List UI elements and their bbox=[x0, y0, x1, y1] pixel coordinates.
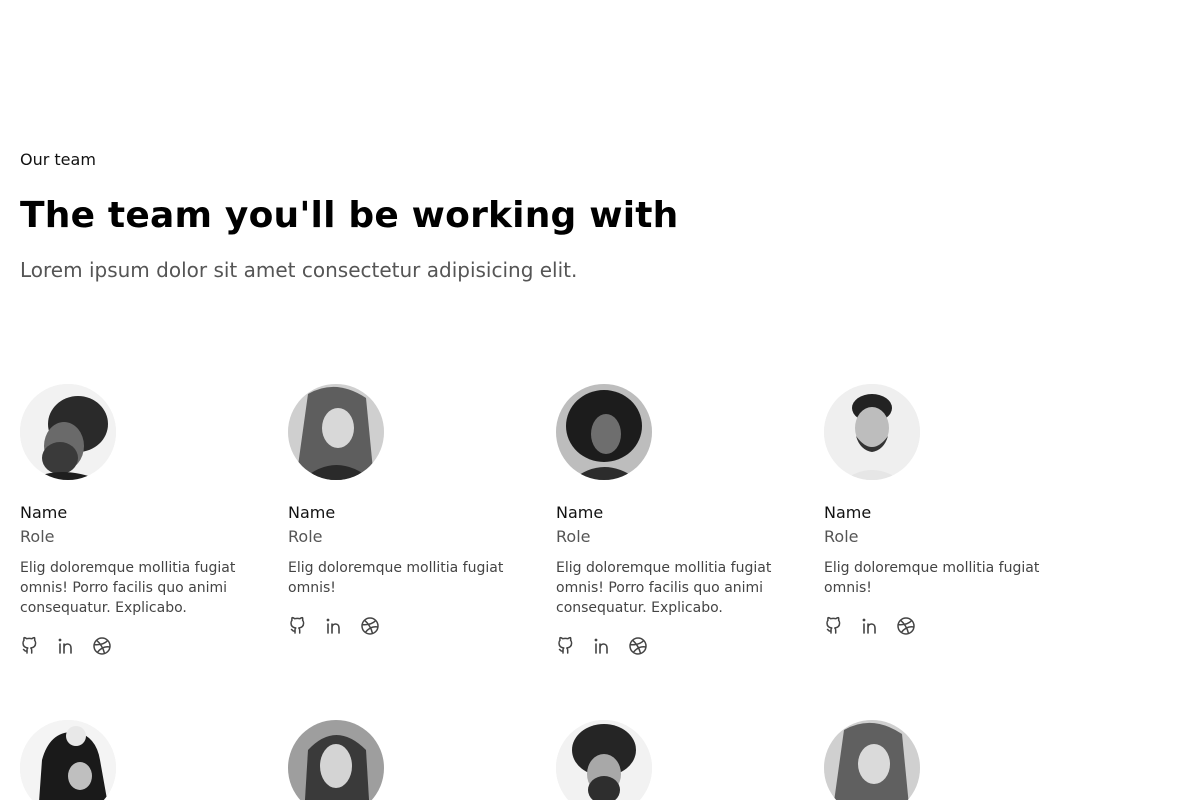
linkedin-icon[interactable] bbox=[860, 616, 880, 636]
page-title: The team you'll be working with bbox=[20, 195, 679, 236]
team-member-card: Name Role Elig doloremque mollitia fugia… bbox=[824, 384, 1054, 656]
social-links bbox=[288, 616, 518, 636]
avatar bbox=[824, 720, 920, 800]
team-member-card: Name Role Elig doloremque mollitia fugia… bbox=[556, 384, 786, 656]
social-links bbox=[20, 636, 250, 656]
portrait-woman-looking-up bbox=[824, 720, 920, 800]
linkedin-icon[interactable] bbox=[324, 616, 344, 636]
member-name: Name bbox=[556, 503, 604, 522]
member-role: Role bbox=[288, 527, 323, 546]
team-header: Our team The team you'll be working with… bbox=[20, 150, 1180, 284]
github-icon[interactable] bbox=[20, 636, 40, 656]
member-bio: Elig doloremque mollitia fugiat omnis! bbox=[288, 560, 504, 596]
avatar bbox=[288, 720, 384, 800]
dribbble-icon[interactable] bbox=[628, 636, 648, 656]
team-member-card bbox=[288, 720, 518, 800]
github-icon[interactable] bbox=[288, 616, 308, 636]
member-role: Role bbox=[20, 527, 55, 546]
team-member-card: Name Role Elig doloremque mollitia fugia… bbox=[288, 384, 518, 656]
member-bio: Elig doloremque mollitia fugiat omnis! P… bbox=[556, 560, 772, 616]
team-member-card: Name Role Elig doloremque mollitia fugia… bbox=[20, 384, 250, 656]
dribbble-icon[interactable] bbox=[92, 636, 112, 656]
avatar bbox=[288, 384, 384, 480]
team-member-card bbox=[824, 720, 1054, 800]
linkedin-icon[interactable] bbox=[592, 636, 612, 656]
avatar bbox=[20, 384, 116, 480]
member-name: Name bbox=[20, 503, 68, 522]
member-role: Role bbox=[824, 527, 859, 546]
section-eyebrow: Our team bbox=[20, 150, 96, 169]
member-bio: Elig doloremque mollitia fugiat omnis! bbox=[824, 560, 1040, 596]
portrait-person-hoodie bbox=[20, 720, 116, 800]
team-grid: Name Role Elig doloremque mollitia fugia… bbox=[20, 384, 1092, 800]
portrait-woman-looking-up bbox=[288, 384, 384, 480]
team-member-card bbox=[556, 720, 786, 800]
team-member-card bbox=[20, 720, 250, 800]
dribbble-icon[interactable] bbox=[896, 616, 916, 636]
portrait-man-beard bbox=[824, 384, 920, 480]
member-role: Role bbox=[556, 527, 591, 546]
avatar bbox=[20, 720, 116, 800]
portrait-woman-curly-hair bbox=[556, 384, 652, 480]
avatar bbox=[556, 384, 652, 480]
member-name: Name bbox=[288, 503, 336, 522]
avatar bbox=[824, 384, 920, 480]
team-page: Our team The team you'll be working with… bbox=[0, 0, 1200, 800]
page-subtitle: Lorem ipsum dolor sit amet consectetur a… bbox=[20, 258, 578, 282]
github-icon[interactable] bbox=[556, 636, 576, 656]
portrait-curly-bearded-man bbox=[20, 384, 116, 480]
portrait-curly-bearded-man-front bbox=[556, 720, 652, 800]
portrait-woman-long-hair bbox=[288, 720, 384, 800]
dribbble-icon[interactable] bbox=[360, 616, 380, 636]
social-links bbox=[556, 636, 786, 656]
member-bio: Elig doloremque mollitia fugiat omnis! P… bbox=[20, 560, 236, 616]
avatar bbox=[556, 720, 652, 800]
github-icon[interactable] bbox=[824, 616, 844, 636]
social-links bbox=[824, 616, 1054, 636]
member-name: Name bbox=[824, 503, 872, 522]
linkedin-icon[interactable] bbox=[56, 636, 76, 656]
